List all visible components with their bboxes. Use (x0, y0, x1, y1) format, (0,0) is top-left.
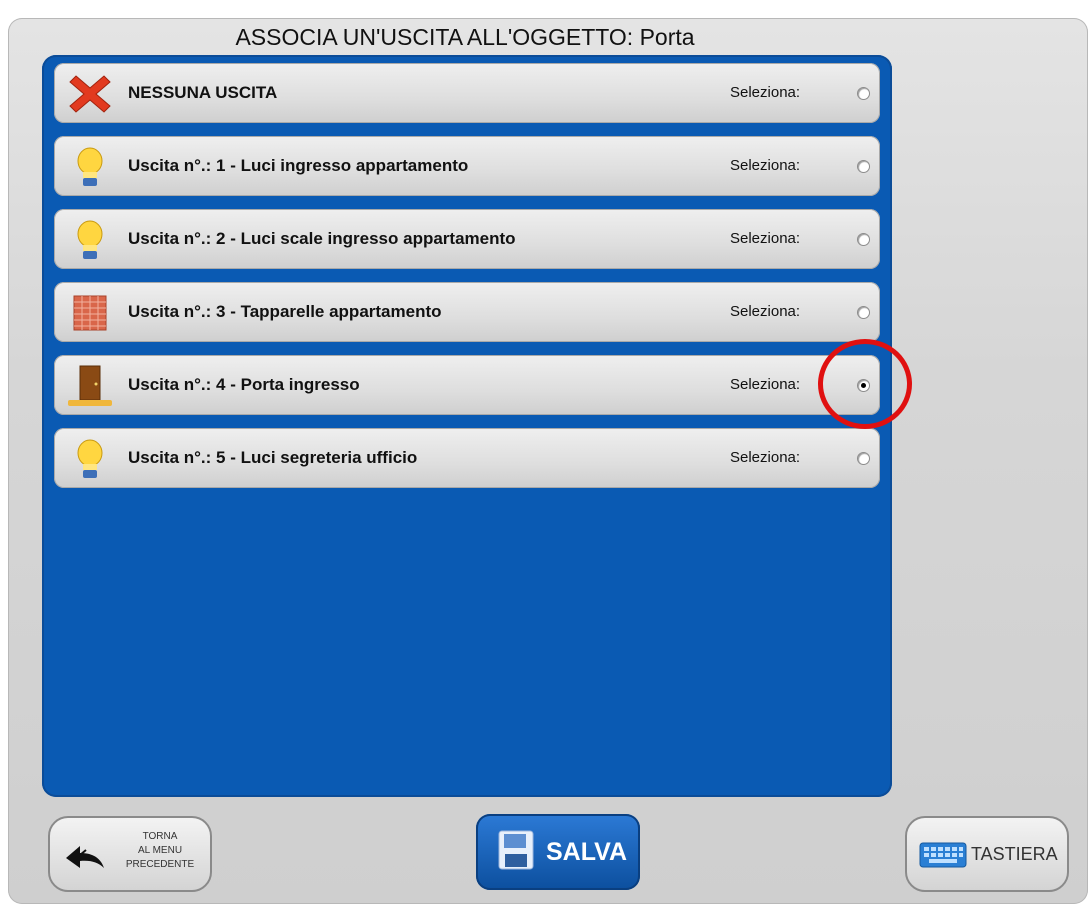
list-item[interactable]: NESSUNA USCITA Seleziona: (54, 63, 880, 123)
list-item[interactable]: Uscita n°.: 2 - Luci scale ingresso appa… (54, 209, 880, 269)
save-button[interactable]: SALVA (476, 814, 640, 890)
keyboard-icon (919, 842, 967, 868)
highlight-circle (818, 339, 912, 429)
select-radio[interactable] (857, 160, 870, 173)
floppy-disk-icon (498, 830, 534, 870)
select-label: Seleziona: (730, 376, 801, 393)
back-arrow-icon (66, 846, 104, 868)
keyboard-button-label: TASTIERA (971, 844, 1058, 864)
lightbulb-icon (77, 220, 103, 259)
door-icon (68, 365, 112, 406)
select-label: Seleziona: (730, 230, 801, 247)
red-x-icon (69, 75, 111, 113)
list-item[interactable]: Uscita n°.: 1 - Luci ingresso appartamen… (54, 136, 880, 196)
list-item-label: Uscita n°.: 5 - Luci segreteria ufficio (128, 448, 418, 467)
shutter-icon (73, 295, 107, 331)
list-item[interactable]: Uscita n°.: 4 - Porta ingresso Seleziona… (54, 355, 880, 415)
lightbulb-icon (77, 439, 103, 478)
list-item[interactable]: Uscita n°.: 5 - Luci segreteria ufficio … (54, 428, 880, 488)
list-item-label: Uscita n°.: 2 - Luci scale ingresso appa… (128, 229, 516, 248)
select-label: Seleziona: (730, 157, 801, 174)
select-label: Seleziona: (730, 449, 801, 466)
list-item[interactable]: Uscita n°.: 3 - Tapparelle appartamento … (54, 282, 880, 342)
back-to-menu-button[interactable]: TORNA AL MENU PRECEDENTE (48, 816, 212, 892)
list-item-label: Uscita n°.: 1 - Luci ingresso appartamen… (128, 156, 469, 175)
lightbulb-icon (77, 147, 103, 186)
list-item-label: NESSUNA USCITA (128, 83, 278, 102)
save-button-label: SALVA (546, 838, 628, 866)
output-list-panel: NESSUNA USCITA Seleziona: Uscita n°.: 1 … (42, 55, 892, 797)
list-item-label: Uscita n°.: 3 - Tapparelle appartamento (128, 302, 442, 321)
keyboard-button[interactable]: TASTIERA (905, 816, 1069, 892)
select-radio[interactable] (857, 87, 870, 100)
select-radio[interactable] (857, 306, 870, 319)
select-label: Seleziona: (730, 303, 801, 320)
select-radio[interactable] (857, 233, 870, 246)
list-item-label: Uscita n°.: 4 - Porta ingresso (128, 375, 360, 394)
select-label: Seleziona: (730, 84, 801, 101)
back-button-text: TORNA AL MENU PRECEDENTE (125, 831, 195, 870)
select-radio[interactable] (857, 452, 870, 465)
page-title: ASSOCIA UN'USCITA ALL'OGGETTO: Porta (235, 24, 695, 50)
